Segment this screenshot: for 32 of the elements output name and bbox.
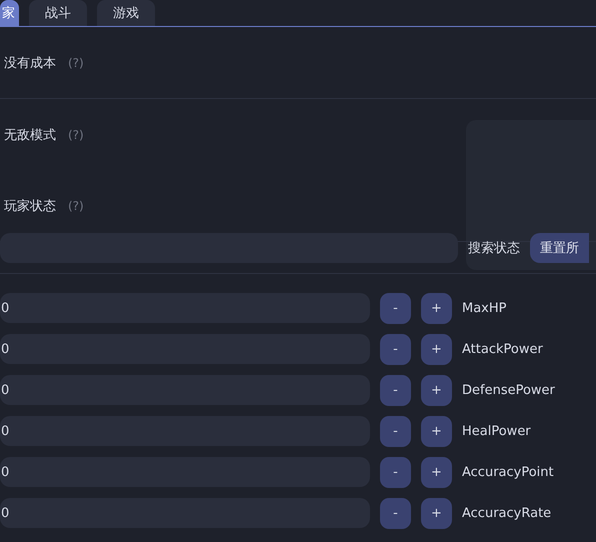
decrease-button[interactable]: - bbox=[380, 374, 411, 406]
stat-label: DefensePower bbox=[462, 382, 555, 398]
stat-label: AccuracyRate bbox=[462, 506, 552, 520]
number-field[interactable]: 0 bbox=[0, 293, 370, 323]
number-field[interactable]: 0 bbox=[0, 334, 370, 364]
increase-button[interactable]: + bbox=[421, 292, 452, 324]
reset-button[interactable]: 重置所 bbox=[530, 233, 589, 263]
decrease-button[interactable]: - bbox=[380, 334, 411, 364]
decrease-button[interactable]: - bbox=[380, 416, 411, 446]
increase-button[interactable]: + bbox=[421, 416, 452, 446]
increase-button[interactable]: + bbox=[421, 456, 452, 488]
tab[interactable]: 游戏 bbox=[97, 0, 155, 26]
increase-button[interactable]: + bbox=[421, 498, 452, 528]
increase-button[interactable]: + bbox=[421, 374, 452, 406]
option-label: 无敌模式 bbox=[4, 126, 56, 144]
number-field[interactable]: 0 bbox=[0, 457, 370, 487]
decrease-button[interactable]: - bbox=[380, 456, 411, 488]
stat-label: HealPower bbox=[462, 424, 531, 438]
number-field[interactable]: 0 bbox=[0, 416, 370, 446]
increase-button[interactable]: + bbox=[421, 334, 452, 364]
search-button[interactable]: 搜索状态 bbox=[462, 239, 526, 257]
stat-label: AttackPower bbox=[462, 342, 543, 356]
tab[interactable]: 家 bbox=[0, 0, 19, 26]
stat-label: AccuracyPoint bbox=[462, 464, 554, 480]
option-label: 没有成本 bbox=[4, 54, 56, 72]
tab[interactable]: 战斗 bbox=[29, 0, 87, 26]
option-label: 玩家状态 bbox=[4, 198, 56, 214]
decrease-button[interactable]: - bbox=[380, 498, 411, 528]
stat-label: MaxHP bbox=[462, 300, 506, 316]
number-field[interactable]: 0 bbox=[0, 375, 370, 405]
decrease-button[interactable]: - bbox=[380, 292, 411, 324]
number-field[interactable]: 0 bbox=[0, 498, 370, 528]
